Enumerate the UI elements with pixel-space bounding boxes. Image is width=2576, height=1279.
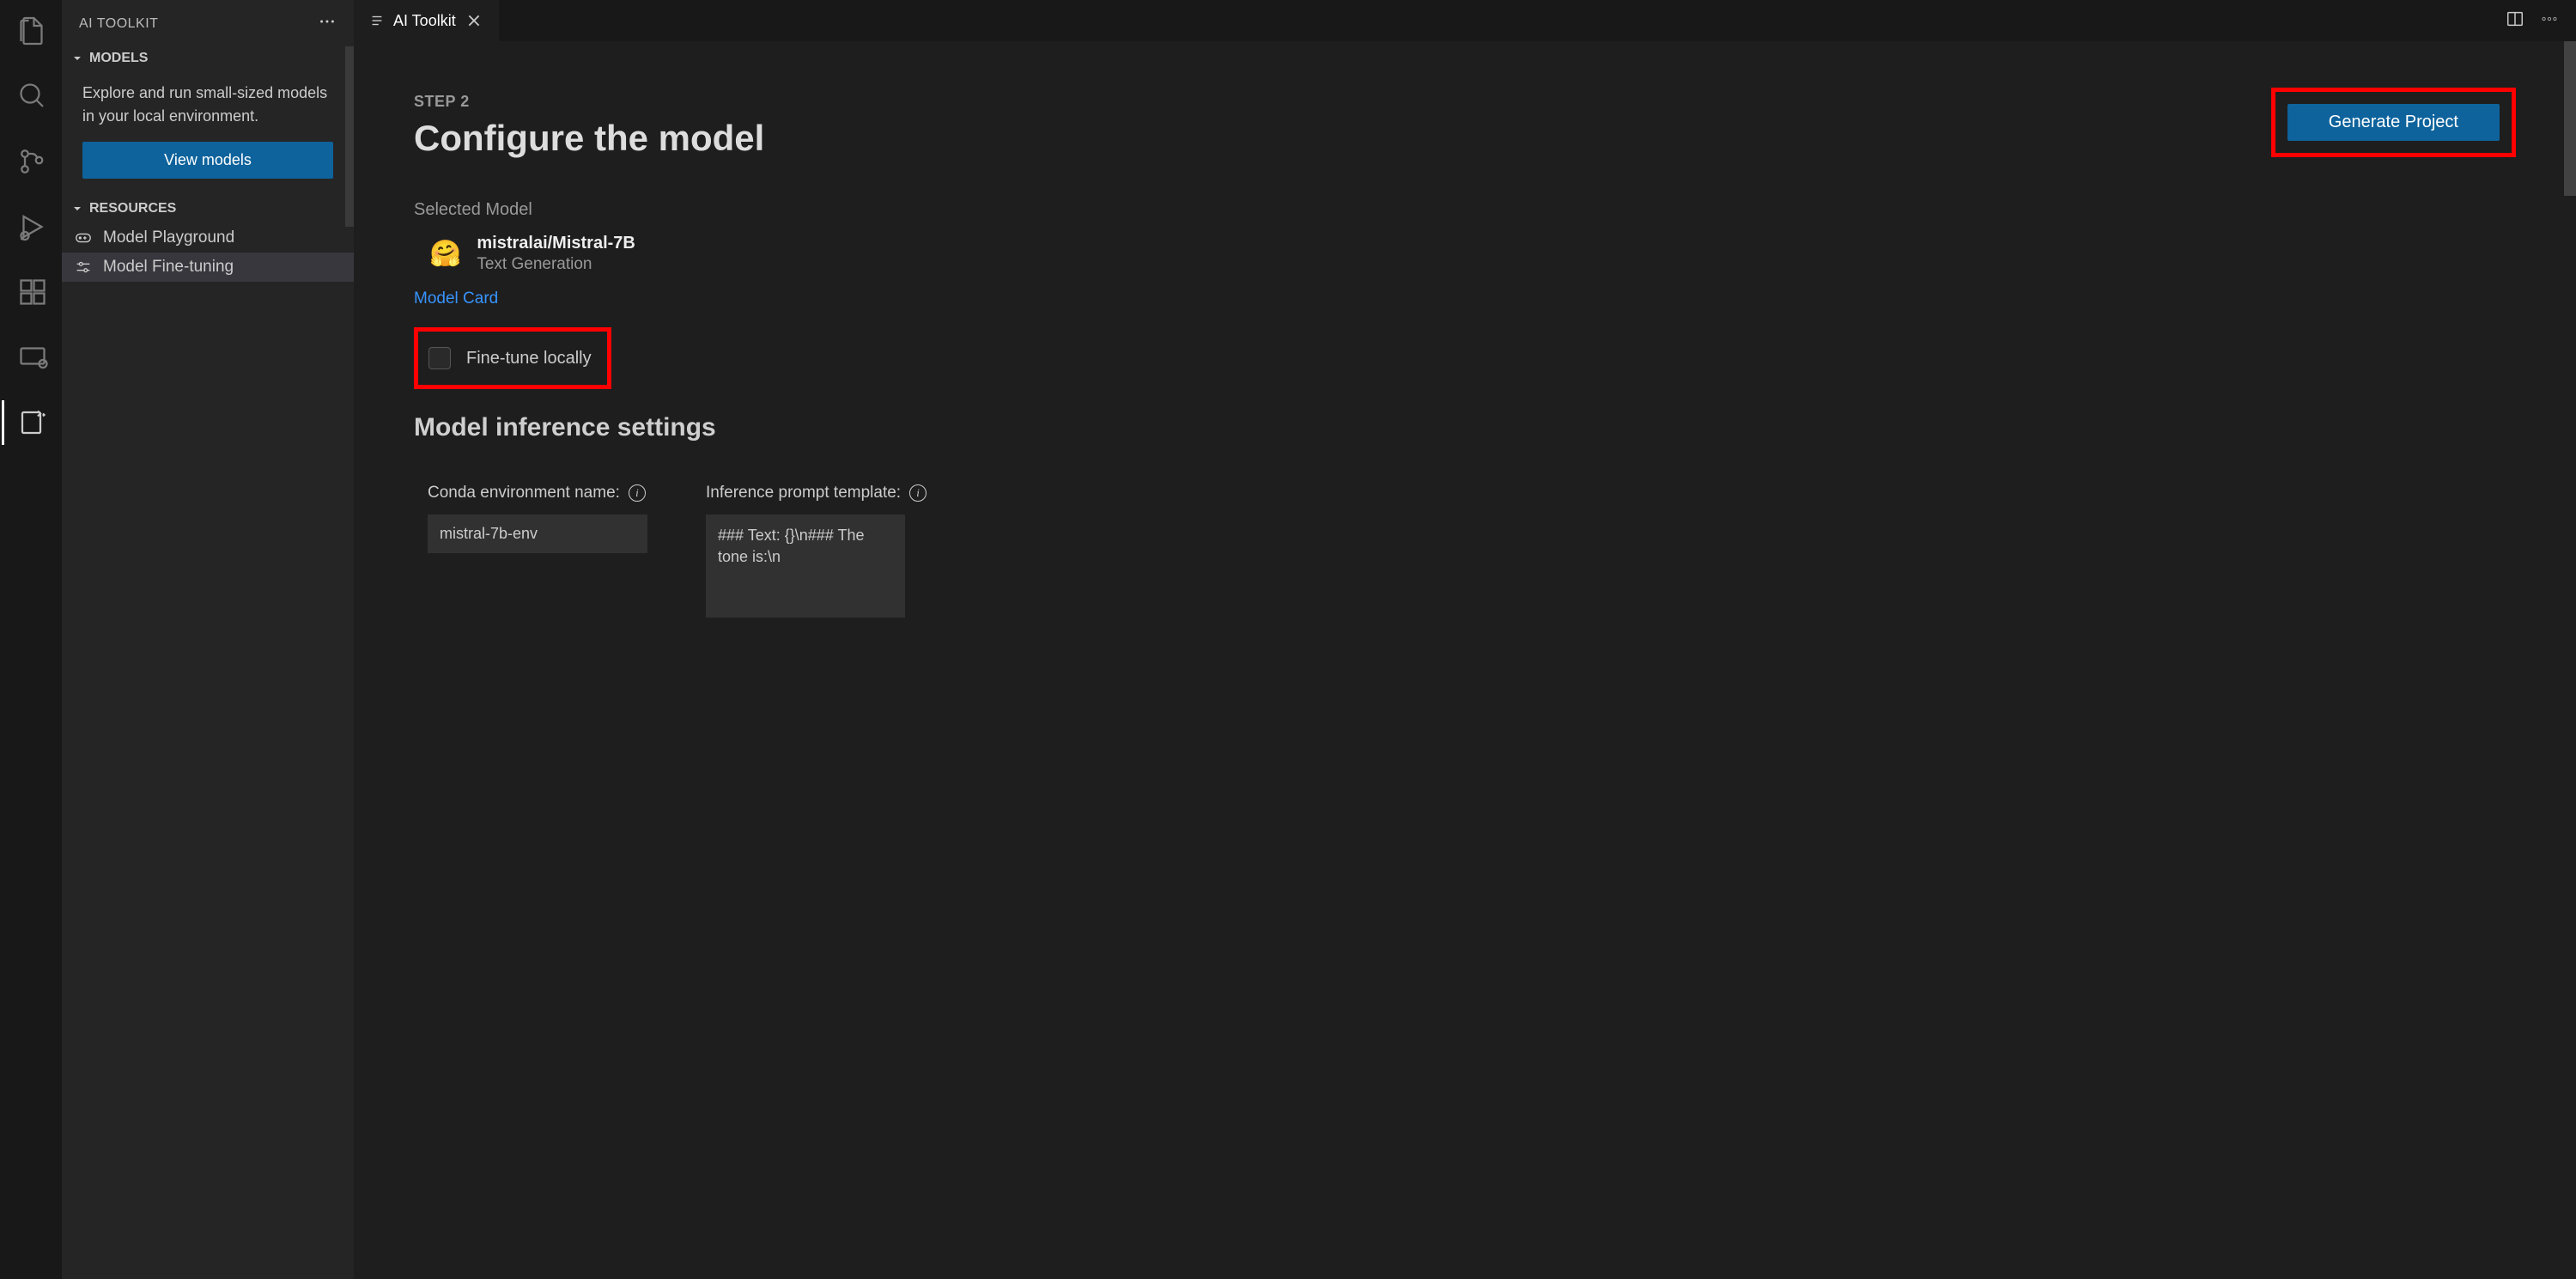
huggingface-icon: 🤗 bbox=[429, 239, 461, 269]
sidebar: AI TOOLKIT MODELS Explore and run small-… bbox=[62, 0, 354, 1279]
tab-bar: AI Toolkit bbox=[354, 0, 2576, 41]
tab-label: AI Toolkit bbox=[393, 12, 456, 30]
models-section-header[interactable]: MODELS bbox=[62, 44, 354, 73]
fine-tune-locally-highlight: Fine-tune locally bbox=[414, 327, 611, 389]
model-task: Text Generation bbox=[477, 255, 635, 274]
step-label: STEP 2 bbox=[414, 93, 764, 111]
prompt-template-field: Inference prompt template: i bbox=[706, 484, 927, 618]
more-actions-icon[interactable] bbox=[2540, 9, 2559, 33]
sidebar-scrollbar[interactable] bbox=[345, 46, 354, 227]
search-icon[interactable] bbox=[12, 76, 53, 117]
ai-toolkit-icon[interactable] bbox=[12, 402, 53, 443]
generate-project-highlight: Generate Project bbox=[2271, 88, 2516, 157]
tab-ai-toolkit[interactable]: AI Toolkit bbox=[354, 0, 500, 41]
generate-project-button[interactable]: Generate Project bbox=[2287, 104, 2500, 141]
content-scrollbar-thumb[interactable] bbox=[2564, 41, 2576, 196]
model-row: 🤗 mistralai/Mistral-7B Text Generation bbox=[429, 234, 2516, 274]
fine-tune-locally-label: Fine-tune locally bbox=[466, 349, 592, 368]
editor-area: AI Toolkit STEP 2 Configure the bbox=[354, 0, 2576, 1279]
model-card-link[interactable]: Model Card bbox=[414, 289, 498, 308]
conda-env-input[interactable] bbox=[428, 515, 647, 553]
more-icon[interactable] bbox=[318, 12, 337, 35]
view-models-button[interactable]: View models bbox=[82, 142, 333, 179]
sidebar-item-label: Model Playground bbox=[103, 228, 234, 247]
sidebar-item-label: Model Fine-tuning bbox=[103, 258, 234, 277]
extensions-icon[interactable] bbox=[12, 271, 53, 313]
explorer-icon[interactable] bbox=[12, 10, 53, 52]
prompt-template-label: Inference prompt template: bbox=[706, 484, 901, 502]
models-section-label: MODELS bbox=[89, 51, 148, 66]
prompt-template-input[interactable] bbox=[706, 515, 905, 618]
content-scrollbar-track bbox=[2564, 41, 2576, 1279]
model-name: mistralai/Mistral-7B bbox=[477, 234, 635, 253]
sidebar-header: AI TOOLKIT bbox=[62, 0, 354, 44]
models-description: Explore and run small-sized models in yo… bbox=[62, 73, 354, 142]
resources-section-label: RESOURCES bbox=[89, 201, 176, 216]
info-icon[interactable]: i bbox=[629, 484, 646, 502]
run-debug-icon[interactable] bbox=[12, 206, 53, 247]
resources-section-header[interactable]: RESOURCES bbox=[62, 194, 354, 223]
activity-bar bbox=[0, 0, 62, 1279]
sidebar-item-finetuning[interactable]: Model Fine-tuning bbox=[62, 253, 354, 282]
remote-icon[interactable] bbox=[12, 337, 53, 378]
split-editor-icon[interactable] bbox=[2506, 9, 2524, 33]
sidebar-item-playground[interactable]: Model Playground bbox=[62, 223, 354, 253]
inference-settings-title: Model inference settings bbox=[414, 413, 2516, 442]
selected-model-label: Selected Model bbox=[414, 200, 2516, 220]
close-icon[interactable] bbox=[465, 11, 483, 30]
source-control-icon[interactable] bbox=[12, 141, 53, 182]
fine-tune-locally-checkbox[interactable] bbox=[428, 347, 451, 369]
info-icon[interactable]: i bbox=[909, 484, 927, 502]
conda-env-field: Conda environment name: i bbox=[428, 484, 647, 618]
page-title: Configure the model bbox=[414, 118, 764, 159]
editor-content: STEP 2 Configure the model Generate Proj… bbox=[354, 41, 2576, 1279]
conda-env-label: Conda environment name: bbox=[428, 484, 620, 502]
sidebar-title: AI TOOLKIT bbox=[79, 16, 158, 32]
